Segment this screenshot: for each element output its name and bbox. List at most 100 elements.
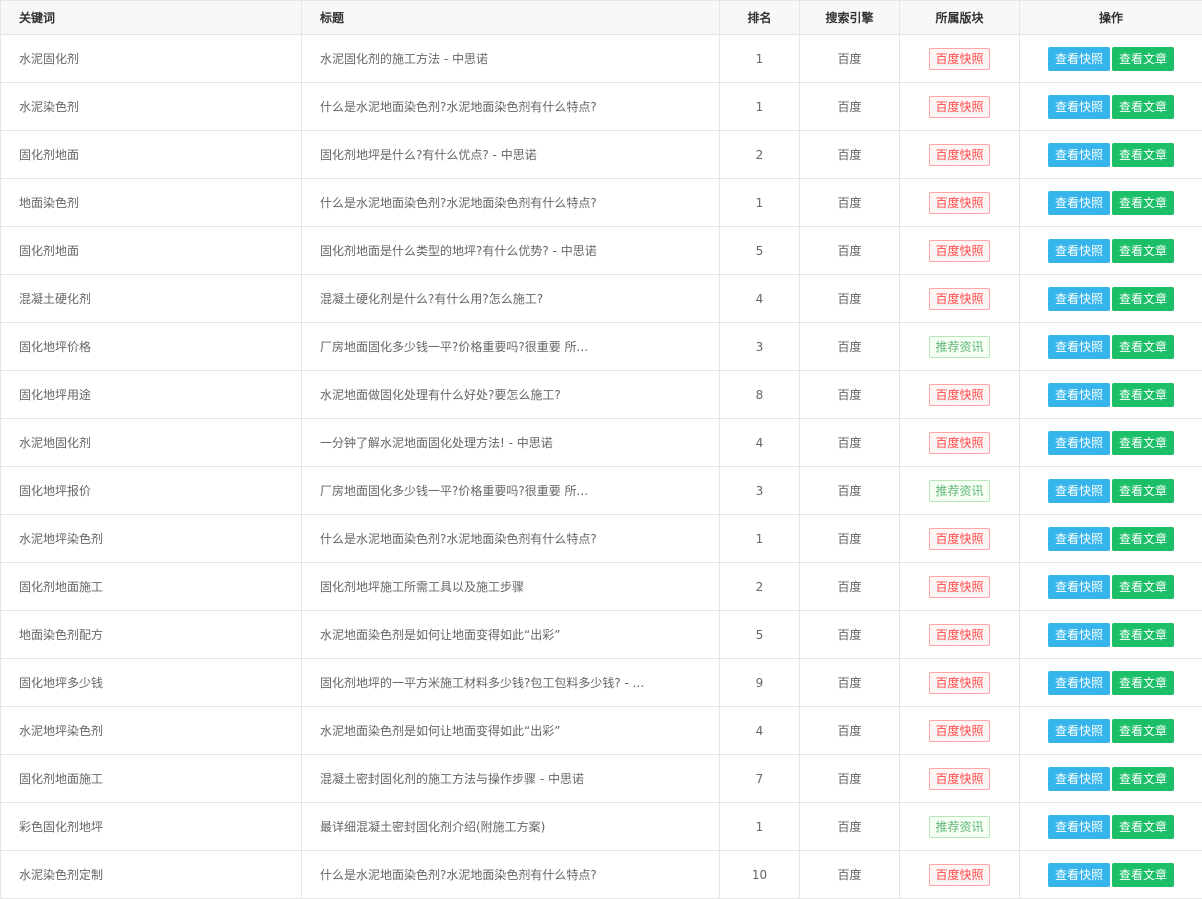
section-tag: 百度快照 <box>929 96 989 118</box>
view-article-button[interactable]: 查看文章 <box>1112 863 1174 887</box>
view-snapshot-button[interactable]: 查看快照 <box>1048 431 1110 455</box>
view-article-button[interactable]: 查看文章 <box>1112 767 1174 791</box>
action-cell: 查看快照查看文章 <box>1020 323 1202 371</box>
title-cell: 一分钟了解水泥地面固化处理方法! - 中思诺 <box>302 419 720 467</box>
title-cell: 厂房地面固化多少钱一平?价格重要吗?很重要 所... <box>302 323 720 371</box>
section-tag: 百度快照 <box>929 672 989 694</box>
section-cell: 百度快照 <box>900 611 1020 659</box>
section-cell: 百度快照 <box>900 371 1020 419</box>
table-row: 固化地坪价格厂房地面固化多少钱一平?价格重要吗?很重要 所...3百度推荐资讯查… <box>1 323 1202 371</box>
section-cell: 推荐资讯 <box>900 803 1020 851</box>
view-snapshot-button[interactable]: 查看快照 <box>1048 239 1110 263</box>
section-tag: 推荐资讯 <box>929 480 989 502</box>
view-article-button[interactable]: 查看文章 <box>1112 191 1174 215</box>
table-row: 水泥地固化剂一分钟了解水泥地面固化处理方法! - 中思诺4百度百度快照查看快照查… <box>1 419 1202 467</box>
title-cell: 固化剂地坪是什么?有什么优点? - 中思诺 <box>302 131 720 179</box>
view-snapshot-button[interactable]: 查看快照 <box>1048 95 1110 119</box>
view-snapshot-button[interactable]: 查看快照 <box>1048 47 1110 71</box>
rank-cell: 1 <box>720 179 800 227</box>
table-row: 固化剂地面固化剂地坪是什么?有什么优点? - 中思诺2百度百度快照查看快照查看文… <box>1 131 1202 179</box>
engine-cell: 百度 <box>800 35 900 83</box>
title-cell: 最详细混凝土密封固化剂介绍(附施工方案) <box>302 803 720 851</box>
rank-cell: 4 <box>720 275 800 323</box>
view-snapshot-button[interactable]: 查看快照 <box>1048 335 1110 359</box>
keyword-cell: 地面染色剂配方 <box>1 611 302 659</box>
rank-cell: 4 <box>720 419 800 467</box>
keyword-cell: 固化地坪报价 <box>1 467 302 515</box>
view-snapshot-button[interactable]: 查看快照 <box>1048 287 1110 311</box>
header-action: 操作 <box>1020 1 1202 35</box>
view-article-button[interactable]: 查看文章 <box>1112 287 1174 311</box>
table-row: 水泥染色剂什么是水泥地面染色剂?水泥地面染色剂有什么特点?1百度百度快照查看快照… <box>1 83 1202 131</box>
view-snapshot-button[interactable]: 查看快照 <box>1048 767 1110 791</box>
view-article-button[interactable]: 查看文章 <box>1112 575 1174 599</box>
action-cell: 查看快照查看文章 <box>1020 419 1202 467</box>
ranking-table: 关键词 标题 排名 搜索引擎 所属版块 操作 水泥固化剂水泥固化剂的施工方法 -… <box>0 0 1202 899</box>
keyword-cell: 水泥地坪染色剂 <box>1 707 302 755</box>
view-snapshot-button[interactable]: 查看快照 <box>1048 527 1110 551</box>
section-cell: 推荐资讯 <box>900 323 1020 371</box>
view-article-button[interactable]: 查看文章 <box>1112 335 1174 359</box>
table-row: 地面染色剂什么是水泥地面染色剂?水泥地面染色剂有什么特点?1百度百度快照查看快照… <box>1 179 1202 227</box>
keyword-cell: 水泥染色剂 <box>1 83 302 131</box>
view-article-button[interactable]: 查看文章 <box>1112 383 1174 407</box>
table-row: 水泥染色剂定制什么是水泥地面染色剂?水泥地面染色剂有什么特点?10百度百度快照查… <box>1 851 1202 899</box>
view-article-button[interactable]: 查看文章 <box>1112 527 1174 551</box>
view-snapshot-button[interactable]: 查看快照 <box>1048 191 1110 215</box>
view-snapshot-button[interactable]: 查看快照 <box>1048 383 1110 407</box>
action-cell: 查看快照查看文章 <box>1020 803 1202 851</box>
view-snapshot-button[interactable]: 查看快照 <box>1048 479 1110 503</box>
section-cell: 百度快照 <box>900 35 1020 83</box>
view-article-button[interactable]: 查看文章 <box>1112 623 1174 647</box>
view-article-button[interactable]: 查看文章 <box>1112 239 1174 263</box>
table-row: 水泥固化剂水泥固化剂的施工方法 - 中思诺1百度百度快照查看快照查看文章 <box>1 35 1202 83</box>
section-tag: 百度快照 <box>929 288 989 310</box>
engine-cell: 百度 <box>800 467 900 515</box>
view-article-button[interactable]: 查看文章 <box>1112 47 1174 71</box>
view-snapshot-button[interactable]: 查看快照 <box>1048 815 1110 839</box>
header-section: 所属版块 <box>900 1 1020 35</box>
table-row: 地面染色剂配方水泥地面染色剂是如何让地面变得如此“出彩”5百度百度快照查看快照查… <box>1 611 1202 659</box>
view-article-button[interactable]: 查看文章 <box>1112 815 1174 839</box>
title-cell: 什么是水泥地面染色剂?水泥地面染色剂有什么特点? <box>302 515 720 563</box>
rank-cell: 8 <box>720 371 800 419</box>
view-article-button[interactable]: 查看文章 <box>1112 719 1174 743</box>
action-cell: 查看快照查看文章 <box>1020 227 1202 275</box>
header-title: 标题 <box>302 1 720 35</box>
view-article-button[interactable]: 查看文章 <box>1112 95 1174 119</box>
view-snapshot-button[interactable]: 查看快照 <box>1048 719 1110 743</box>
view-article-button[interactable]: 查看文章 <box>1112 671 1174 695</box>
engine-cell: 百度 <box>800 755 900 803</box>
keyword-cell: 固化剂地面施工 <box>1 755 302 803</box>
table-body: 水泥固化剂水泥固化剂的施工方法 - 中思诺1百度百度快照查看快照查看文章水泥染色… <box>1 35 1202 899</box>
title-cell: 固化剂地坪的一平方米施工材料多少钱?包工包料多少钱? - ... <box>302 659 720 707</box>
rank-cell: 3 <box>720 467 800 515</box>
engine-cell: 百度 <box>800 659 900 707</box>
rank-cell: 1 <box>720 83 800 131</box>
view-article-button[interactable]: 查看文章 <box>1112 479 1174 503</box>
keyword-cell: 水泥染色剂定制 <box>1 851 302 899</box>
section-tag: 百度快照 <box>929 528 989 550</box>
action-cell: 查看快照查看文章 <box>1020 371 1202 419</box>
section-tag: 百度快照 <box>929 768 989 790</box>
title-cell: 混凝土硬化剂是什么?有什么用?怎么施工? <box>302 275 720 323</box>
rank-cell: 1 <box>720 35 800 83</box>
view-snapshot-button[interactable]: 查看快照 <box>1048 623 1110 647</box>
table-row: 固化剂地面施工混凝土密封固化剂的施工方法与操作步骤 - 中思诺7百度百度快照查看… <box>1 755 1202 803</box>
view-article-button[interactable]: 查看文章 <box>1112 431 1174 455</box>
view-snapshot-button[interactable]: 查看快照 <box>1048 863 1110 887</box>
section-tag: 百度快照 <box>929 384 989 406</box>
section-tag: 百度快照 <box>929 192 989 214</box>
action-cell: 查看快照查看文章 <box>1020 131 1202 179</box>
view-snapshot-button[interactable]: 查看快照 <box>1048 575 1110 599</box>
view-article-button[interactable]: 查看文章 <box>1112 143 1174 167</box>
rank-cell: 1 <box>720 515 800 563</box>
table-row: 固化地坪用途水泥地面做固化处理有什么好处?要怎么施工?8百度百度快照查看快照查看… <box>1 371 1202 419</box>
section-tag: 百度快照 <box>929 720 989 742</box>
rank-cell: 10 <box>720 851 800 899</box>
view-snapshot-button[interactable]: 查看快照 <box>1048 671 1110 695</box>
section-tag: 百度快照 <box>929 864 989 886</box>
action-cell: 查看快照查看文章 <box>1020 851 1202 899</box>
section-cell: 百度快照 <box>900 851 1020 899</box>
view-snapshot-button[interactable]: 查看快照 <box>1048 143 1110 167</box>
